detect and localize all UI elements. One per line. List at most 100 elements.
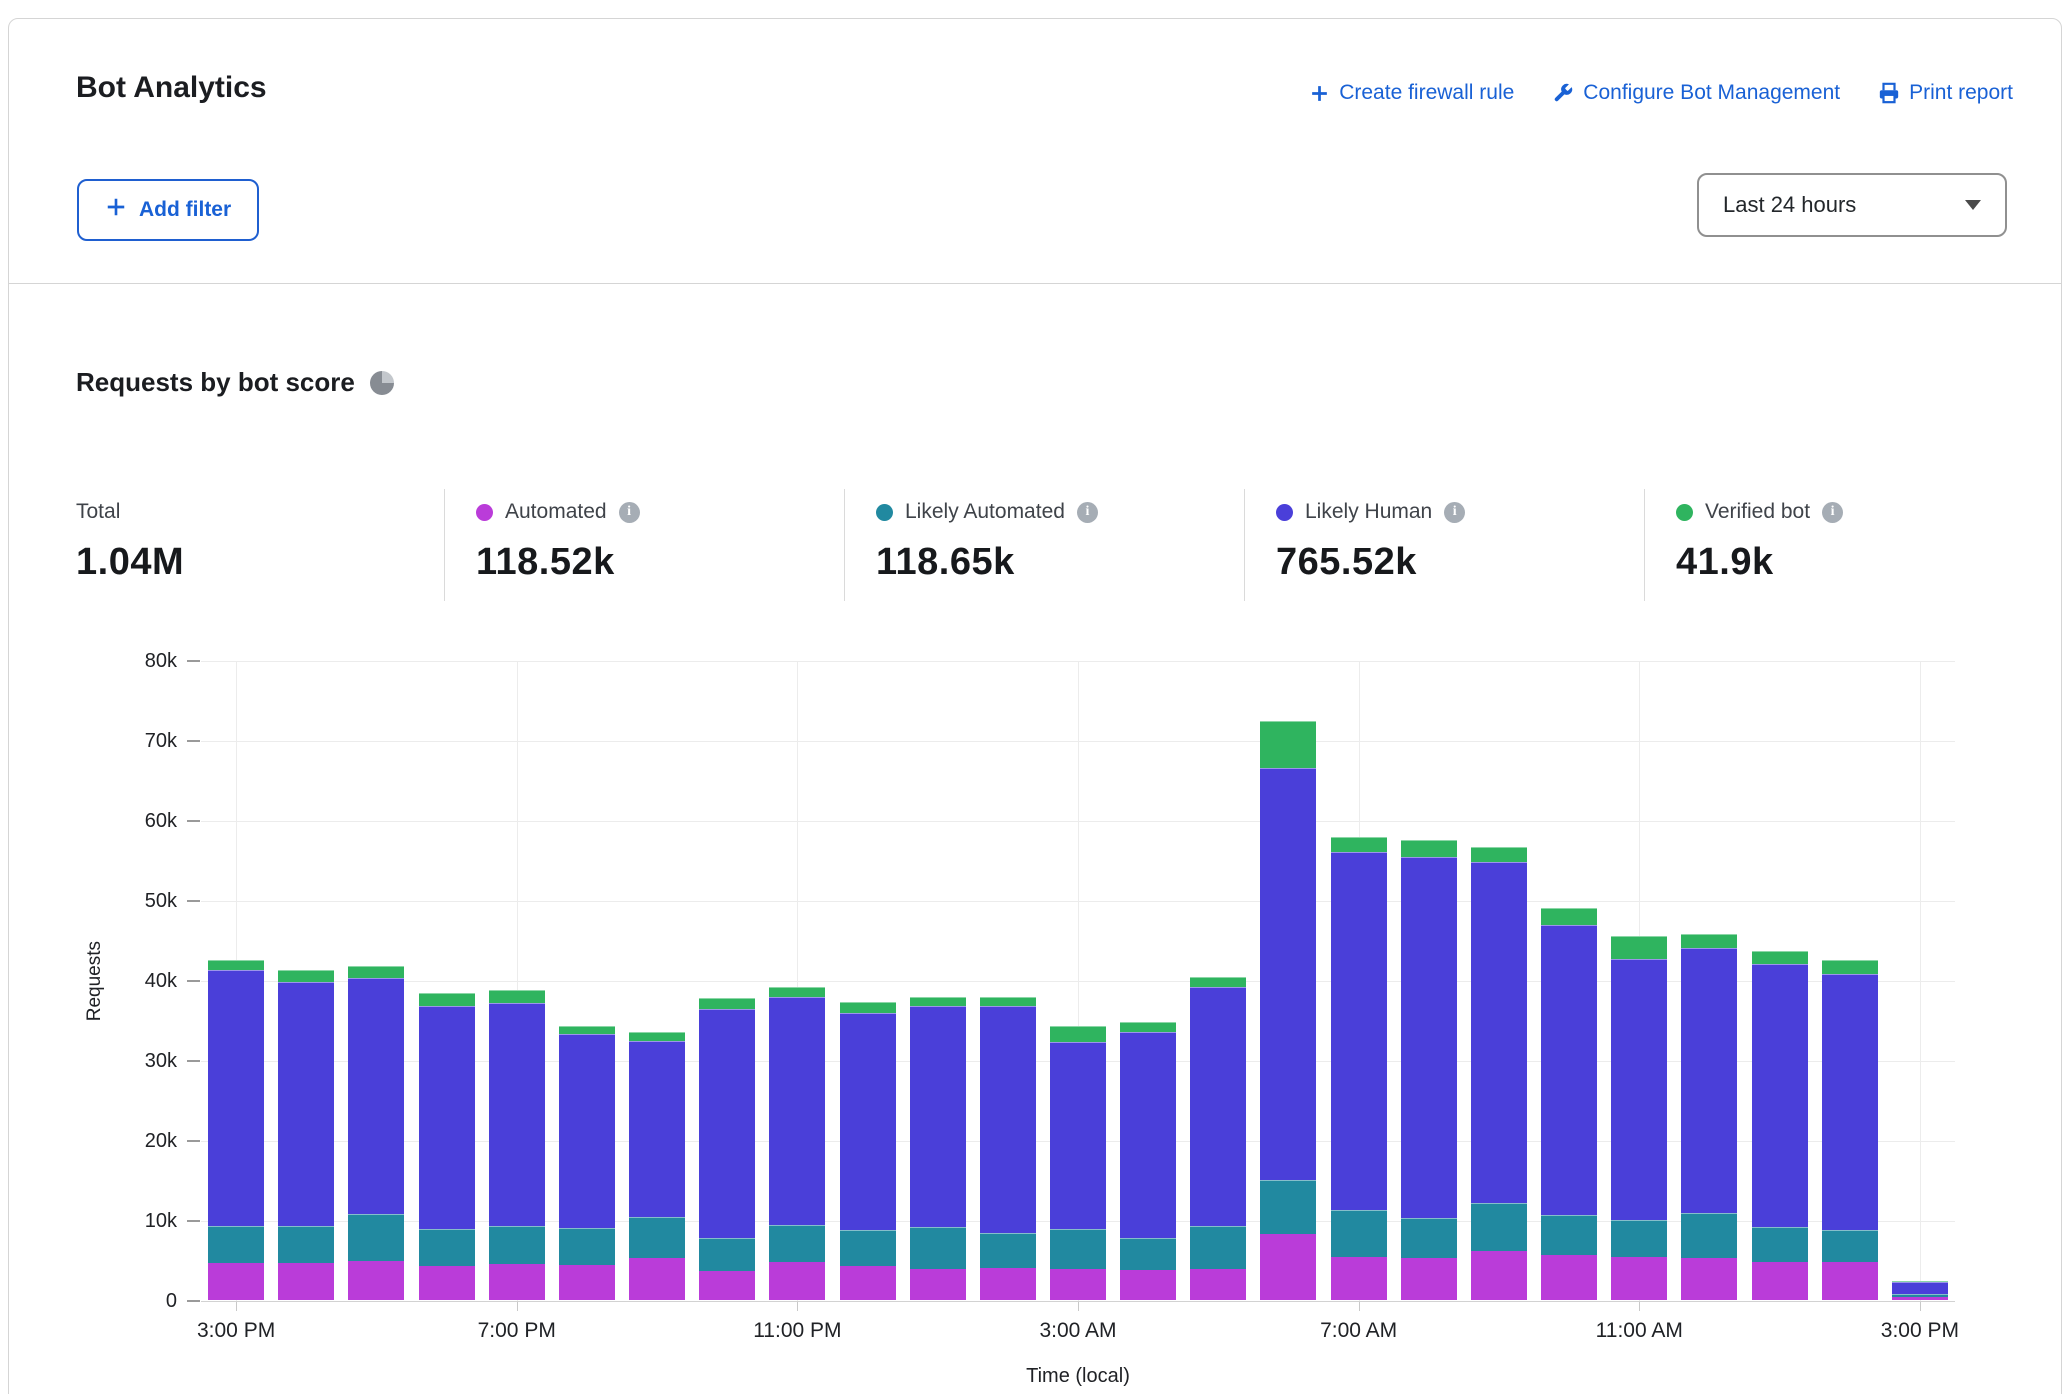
x-tick-label-6: 3:00 PM [1830, 1319, 2010, 1343]
y-tick-mark-10k [187, 1220, 200, 1222]
bar-18-9:00 AM[interactable] [1471, 847, 1527, 1300]
print-report-link[interactable]: Print report [1878, 81, 2013, 105]
likely-automated-segment [1471, 1203, 1527, 1251]
bar-2-5:00 PM[interactable] [348, 966, 404, 1300]
stat-likely-automated-value: 118.65k [876, 541, 1236, 584]
y-tick-mark-20k [187, 1140, 200, 1142]
bar-11-2:00 AM[interactable] [980, 997, 1036, 1300]
section-title: Requests by bot score [76, 367, 355, 398]
automated-segment [1331, 1257, 1387, 1300]
automated-segment [1822, 1262, 1878, 1300]
likely-automated-segment [1260, 1180, 1316, 1234]
y-tick-label-50k: 50k [105, 889, 177, 913]
bar-1-4:00 PM[interactable] [278, 970, 334, 1300]
automated-segment [629, 1258, 685, 1300]
likely-human-segment [1050, 1042, 1106, 1229]
bar-16-7:00 AM[interactable] [1331, 837, 1387, 1300]
y-tick-label-0: 0 [105, 1289, 177, 1313]
likely-human-segment [1260, 768, 1316, 1180]
likely-human-segment [629, 1041, 685, 1217]
bar-13-4:00 AM[interactable] [1120, 1022, 1176, 1300]
add-filter-label: Add filter [139, 198, 231, 222]
automated-segment [1892, 1297, 1948, 1300]
create-firewall-rule-link[interactable]: Create firewall rule [1309, 81, 1514, 105]
likely-automated-segment [419, 1229, 475, 1266]
verified-bot-segment [489, 990, 545, 1003]
bar-19-10:00 AM[interactable] [1541, 908, 1597, 1300]
bar-15-6:00 AM[interactable] [1260, 721, 1316, 1300]
bar-10-1:00 AM[interactable] [910, 997, 966, 1300]
info-icon[interactable]: i [1444, 502, 1465, 523]
time-range-value: Last 24 hours [1723, 192, 1856, 218]
likely-human-segment [208, 970, 264, 1226]
automated-segment [419, 1266, 475, 1300]
info-icon[interactable]: i [619, 502, 640, 523]
info-icon[interactable]: i [1077, 502, 1098, 523]
y-tick-mark-40k [187, 980, 200, 982]
bar-8-11:00 PM[interactable] [769, 987, 825, 1300]
automated-segment [1260, 1234, 1316, 1300]
bar-7-10:00 PM[interactable] [699, 998, 755, 1300]
stat-likely-human-value: 765.52k [1276, 541, 1636, 584]
stat-divider [1244, 489, 1245, 601]
likely-human-segment [1681, 948, 1737, 1213]
bar-24-3:00 PM[interactable] [1892, 1281, 1948, 1300]
likely-automated-segment [1681, 1213, 1737, 1259]
bar-20-11:00 AM[interactable] [1611, 936, 1667, 1300]
y-tick-mark-80k [187, 660, 200, 662]
x-tick-label-0: 3:00 PM [146, 1319, 326, 1343]
bar-22-1:00 PM[interactable] [1752, 951, 1808, 1300]
stat-likely-automated-label: Likely Automated [905, 500, 1065, 524]
y-tick-label-10k: 10k [105, 1209, 177, 1233]
likely-automated-segment [278, 1226, 334, 1264]
bar-23-2:00 PM[interactable] [1822, 960, 1878, 1300]
bar-0-3:00 PM[interactable] [208, 960, 264, 1300]
verified-bot-segment [1190, 977, 1246, 987]
likely-human-segment [1331, 852, 1387, 1210]
y-tick-mark-50k [187, 900, 200, 902]
info-icon[interactable]: i [1822, 502, 1843, 523]
stat-likely-human: Likely Human i 765.52k [1276, 497, 1636, 584]
stat-verified-bot-value: 41.9k [1676, 541, 2036, 584]
likely-human-segment [1541, 925, 1597, 1215]
x-tick-mark-3 [1078, 1302, 1079, 1311]
print-report-label: Print report [1909, 81, 2013, 105]
likely-automated-segment [559, 1228, 615, 1265]
bar-12-3:00 AM[interactable] [1050, 1026, 1106, 1300]
likely-automated-segment [489, 1226, 545, 1264]
x-tick-mark-5 [1639, 1302, 1640, 1311]
automated-segment [1611, 1257, 1667, 1300]
y-tick-mark-70k [187, 740, 200, 742]
stat-automated-value: 118.52k [476, 541, 836, 584]
automated-segment [980, 1268, 1036, 1300]
bar-21-12:00 PM[interactable] [1681, 934, 1737, 1300]
bar-4-7:00 PM[interactable] [489, 990, 545, 1300]
likely-human-segment [769, 997, 825, 1225]
x-axis-title: Time (local) [201, 1365, 1955, 1388]
bar-6-9:00 PM[interactable] [629, 1032, 685, 1300]
verified-bot-segment [1331, 837, 1387, 852]
pie-chart-icon [370, 371, 394, 395]
configure-bot-management-link[interactable]: Configure Bot Management [1552, 81, 1840, 105]
bar-9-12:00 AM[interactable] [840, 1002, 896, 1300]
bar-14-5:00 AM[interactable] [1190, 977, 1246, 1300]
bar-5-8:00 PM[interactable] [559, 1026, 615, 1300]
verified-bot-segment [419, 993, 475, 1006]
automated-segment [489, 1264, 545, 1300]
stat-total-label: Total [76, 500, 120, 524]
printer-icon [1878, 82, 1900, 104]
likely-human-segment [559, 1034, 615, 1228]
verified-bot-segment [1822, 960, 1878, 974]
x-tick-label-3: 3:00 AM [988, 1319, 1168, 1343]
bar-3-6:00 PM[interactable] [419, 993, 475, 1300]
likely-human-segment [980, 1006, 1036, 1232]
likely-human-segment [699, 1009, 755, 1238]
likely-human-segment [1120, 1032, 1176, 1238]
x-tick-label-5: 11:00 AM [1549, 1319, 1729, 1343]
bar-17-8:00 AM[interactable] [1401, 840, 1457, 1300]
time-range-select[interactable]: Last 24 hours [1697, 173, 2007, 237]
verified-bot-segment [208, 960, 264, 970]
likely-automated-segment [1331, 1210, 1387, 1256]
add-filter-button[interactable]: Add filter [77, 179, 259, 241]
automated-segment [1120, 1270, 1176, 1300]
